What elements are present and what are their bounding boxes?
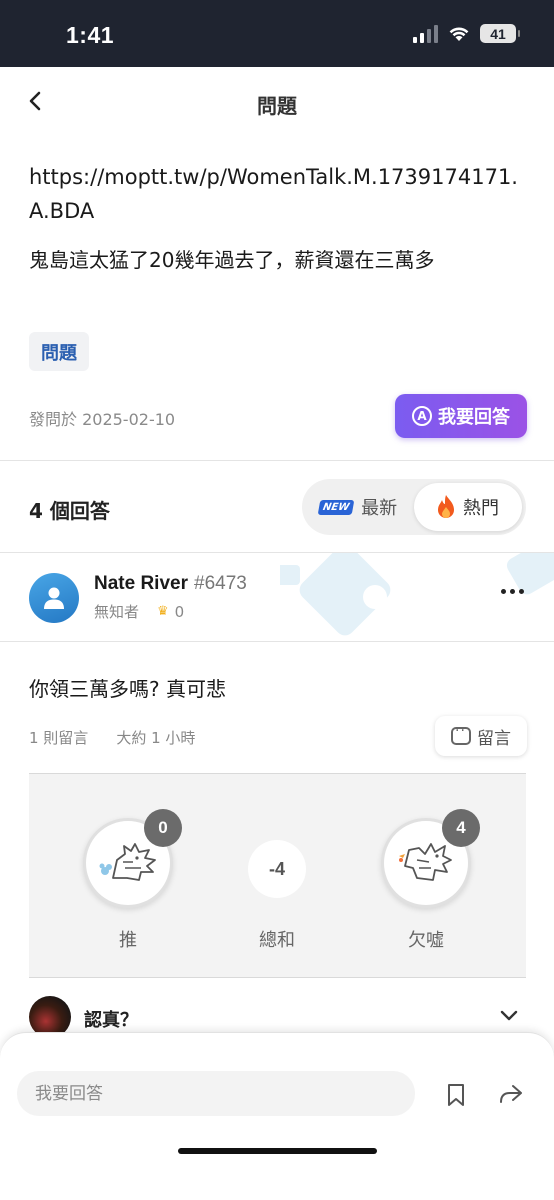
boo-count-badge: 4 <box>442 809 480 847</box>
question-tag[interactable]: 問題 <box>29 332 89 371</box>
crown-icon: ♛ <box>157 604 169 619</box>
comment-button[interactable]: 留言 <box>435 716 527 756</box>
more-options-icon[interactable] <box>501 589 524 594</box>
home-indicator <box>178 1148 377 1154</box>
divider <box>0 641 554 642</box>
chevron-down-icon[interactable] <box>500 1006 518 1024</box>
avatar[interactable] <box>29 573 79 623</box>
new-badge-icon: NEW <box>317 499 355 515</box>
page-title: 問題 <box>257 94 297 118</box>
comment-icon <box>451 723 471 745</box>
share-icon[interactable] <box>498 1083 524 1105</box>
answer-text: 你領三萬多嗎? 真可悲 <box>29 677 226 701</box>
flame-icon <box>438 495 454 518</box>
question-link[interactable]: https://moptt.tw/p/WomenTalk.M.173917417… <box>29 160 529 228</box>
author-meta: 無知者 ♛ 0 <box>94 601 184 622</box>
reply-name: 認真？ <box>84 1010 138 1031</box>
author-name[interactable]: Nate River #6473 <box>94 573 247 595</box>
author-id: #6473 <box>194 573 247 594</box>
answer-meta: 1 則留言 大約 1 小時 <box>29 727 195 748</box>
vote-sum: -4 <box>248 840 306 898</box>
author-title: 無知者 <box>94 603 140 621</box>
answer-a-icon: A <box>412 406 432 426</box>
wifi-icon <box>449 27 469 41</box>
boo-button[interactable]: 4 <box>381 809 480 908</box>
question-body: https://moptt.tw/p/WomenTalk.M.173917417… <box>29 160 529 273</box>
status-icons: 41 <box>413 24 520 43</box>
boo-label: 欠噓 <box>408 930 444 951</box>
sum-label: 總和 <box>259 930 295 951</box>
push-count-badge: 0 <box>144 809 182 847</box>
posted-date: 發問於 2025-02-10 <box>29 410 176 429</box>
reply-input[interactable] <box>17 1071 415 1116</box>
push-button[interactable]: 0 <box>83 809 182 908</box>
divider <box>0 460 554 461</box>
sort-latest-label: 最新 <box>361 498 398 519</box>
sort-latest-tab[interactable]: NEW 最新 <box>306 483 410 531</box>
sort-hot-tab[interactable]: 熱門 <box>414 483 522 531</box>
status-bar: 1:41 41 <box>0 0 554 67</box>
question-text: 鬼島這太猛了20幾年過去了，薪資還在三萬多 <box>29 248 435 272</box>
push-label: 推 <box>119 930 137 951</box>
nav-header: 問題 <box>0 67 554 137</box>
answer-author-row: Nate River #6473 無知者 ♛ 0 <box>0 553 554 641</box>
decorative-pattern <box>280 553 554 636</box>
bottom-reply-bar <box>0 1032 554 1200</box>
answers-count: 4 個回答 <box>29 499 110 523</box>
user-icon <box>44 587 64 609</box>
battery-icon: 41 <box>480 24 520 43</box>
vote-panel: 0 -4 4 推 總和 欠噓 <box>29 773 526 978</box>
comment-button-label: 留言 <box>477 728 511 749</box>
time-ago: 大約 1 小時 <box>116 729 196 747</box>
push-dragon-icon <box>99 843 156 881</box>
sort-hot-label: 熱門 <box>463 498 499 519</box>
sort-toggle: NEW 最新 熱門 <box>302 479 526 535</box>
signal-icon <box>413 24 438 43</box>
author-display-name: Nate River <box>94 573 188 594</box>
boo-dragon-icon <box>399 843 452 881</box>
comment-count[interactable]: 1 則留言 <box>29 727 88 748</box>
bookmark-icon[interactable] <box>446 1083 466 1107</box>
answer-button-label: 我要回答 <box>438 407 510 428</box>
status-time: 1:41 <box>66 22 115 48</box>
answer-question-button[interactable]: A 我要回答 <box>395 394 527 438</box>
crown-count: 0 <box>174 602 185 621</box>
